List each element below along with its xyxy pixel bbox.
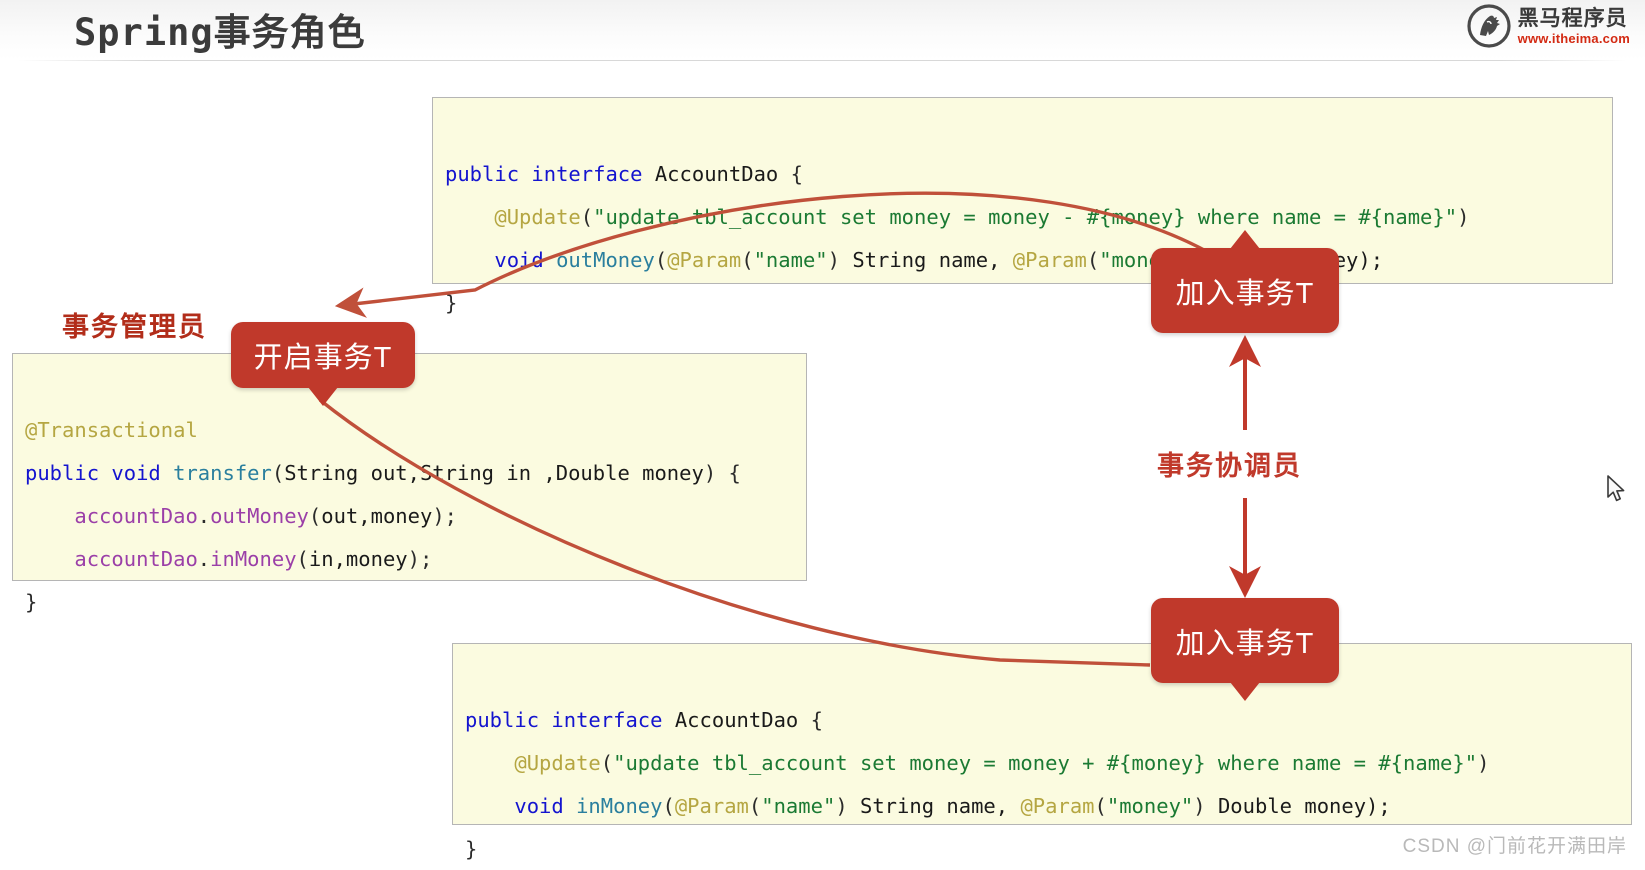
callout-begin-transaction: 开启事务T	[231, 322, 415, 406]
code-line: public void transfer(String out,String i…	[25, 461, 741, 485]
code-block-transfer-service: @Transactional public void transfer(Strin…	[12, 353, 807, 614]
callout-tail-icon	[308, 387, 338, 406]
logo-company-name: 黑马程序员	[1517, 6, 1628, 30]
code-line: public interface AccountDao {	[445, 162, 803, 186]
callout-tail-icon	[1230, 230, 1260, 249]
code-block-account-dao-out-money: public interface AccountDao { @Update("u…	[432, 97, 1613, 315]
horse-head-logo-icon	[1467, 4, 1511, 48]
header-divider	[18, 60, 1627, 61]
label-transaction-coordinator: 事务协调员	[1157, 451, 1302, 481]
code-line: @Update("update tbl_account set money = …	[494, 205, 1470, 229]
callout-join-bottom-label: 加入事务T	[1175, 627, 1315, 660]
code-line: @Update("update tbl_account set money = …	[514, 751, 1490, 775]
code-line: accountDao.outMoney(out,money);	[74, 504, 458, 528]
brand-logo: 黑马程序员 www.itheima.com	[1467, 4, 1630, 48]
csdn-watermark: CSDN @门前花开满田岸	[1402, 836, 1627, 857]
code-block-account-dao-in-money: public interface AccountDao { @Update("u…	[452, 643, 1632, 861]
callout-join-top-label: 加入事务T	[1175, 277, 1315, 310]
label-transaction-manager: 事务管理员	[62, 312, 207, 342]
callout-join-transaction-bottom: 加入事务T	[1151, 598, 1339, 701]
callout-tail-icon	[1230, 682, 1260, 701]
code-line: public interface AccountDao {	[465, 708, 823, 732]
code-line: }	[445, 291, 458, 315]
mouse-pointer-icon	[1606, 475, 1628, 505]
slide-canvas: Spring事务角色 黑马程序员 www.itheima.com public …	[0, 0, 1645, 870]
callout-begin-transaction-label: 开启事务T	[253, 342, 393, 374]
code-line: accountDao.inMoney(in,money);	[74, 547, 433, 571]
code-line: @Transactional	[25, 418, 198, 442]
code-line: }	[25, 590, 38, 614]
code-line: void outMoney(@Param("name") String name…	[494, 248, 1384, 272]
page-title: Spring事务角色	[74, 11, 366, 54]
callout-join-transaction-top: 加入事务T	[1151, 230, 1339, 333]
logo-text-block: 黑马程序员 www.itheima.com	[1518, 8, 1630, 45]
logo-website-url: www.itheima.com	[1517, 30, 1630, 46]
code-line: void inMoney(@Param("name") String name,…	[514, 794, 1391, 818]
